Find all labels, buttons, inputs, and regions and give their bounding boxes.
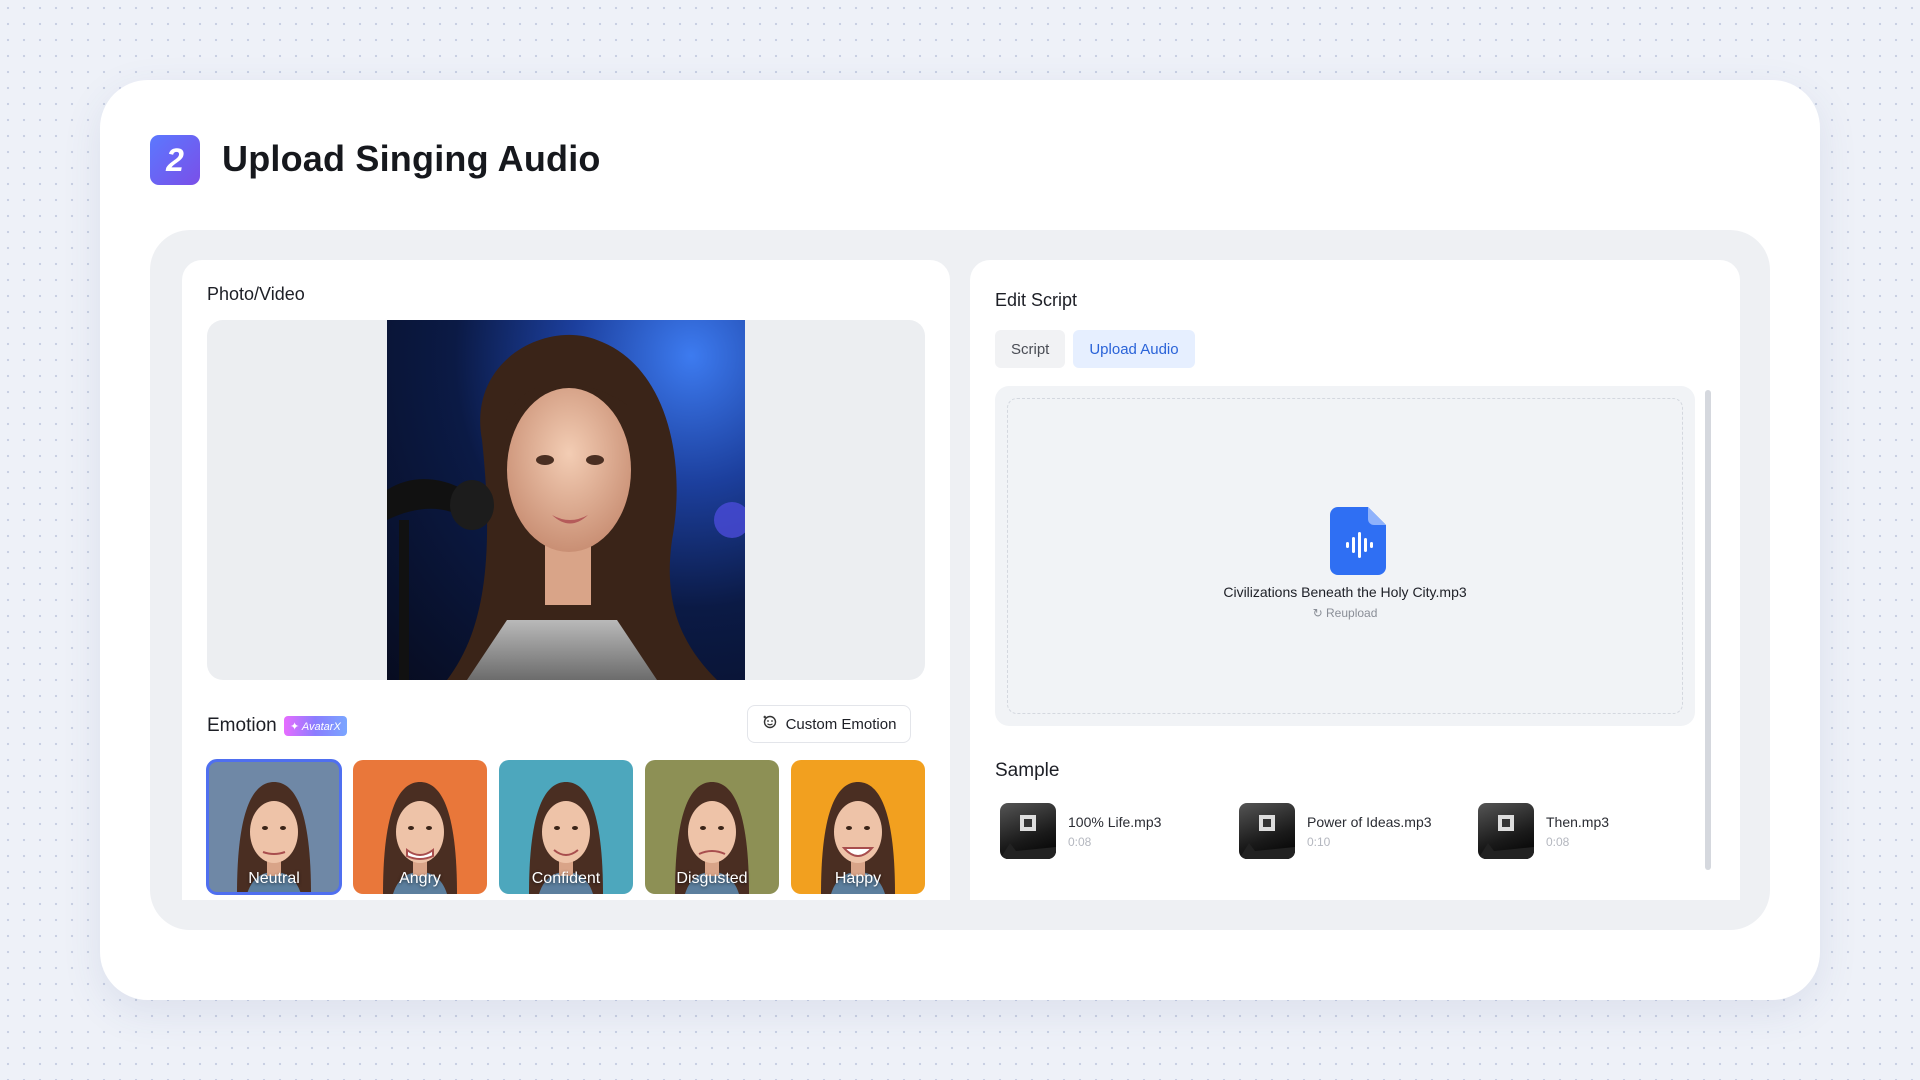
emotion-card-angry[interactable]: Angry bbox=[353, 760, 487, 894]
custom-emotion-icon bbox=[762, 714, 778, 734]
script-tabs: Script Upload Audio bbox=[995, 330, 1195, 368]
audio-upload-dropzone[interactable]: Civilizations Beneath the Holy City.mp3 … bbox=[995, 386, 1695, 726]
uploaded-file-name: Civilizations Beneath the Holy City.mp3 bbox=[1223, 584, 1467, 600]
dropzone-border: Civilizations Beneath the Holy City.mp3 … bbox=[1007, 398, 1683, 714]
sample-cover-image bbox=[1478, 815, 1534, 859]
sample-title: 100% Life.mp3 bbox=[1068, 813, 1162, 830]
refresh-icon: ↻ bbox=[1312, 606, 1323, 620]
sample-title: Power of Ideas.mp3 bbox=[1307, 813, 1432, 830]
emotion-card-neutral[interactable]: Neutral bbox=[206, 759, 342, 895]
portrait-illustration bbox=[387, 334, 745, 680]
photo-video-panel: Photo/Video Emotion ✦ AvatarX Custom Emo… bbox=[182, 260, 950, 900]
emotion-name: Confident bbox=[531, 870, 601, 887]
sample-duration: 0:08 bbox=[1546, 834, 1570, 849]
scrollbar[interactable] bbox=[1705, 390, 1711, 870]
sample-cover-image bbox=[1000, 815, 1056, 859]
singer-portrait-image bbox=[387, 320, 745, 680]
sample-thumbnail bbox=[1478, 803, 1534, 859]
emotion-name: Disgusted bbox=[676, 870, 748, 887]
media-preview[interactable] bbox=[207, 320, 925, 680]
emotion-name: Neutral bbox=[248, 870, 300, 887]
emotion-list: Neutral Angry Confident Disgusted Happy bbox=[206, 759, 925, 895]
sample-list: 100% Life.mp3 0:08 Power of Ideas.mp3 0:… bbox=[1000, 803, 1717, 859]
edit-script-heading: Edit Script bbox=[995, 290, 1078, 310]
tab-upload-audio[interactable]: Upload Audio bbox=[1073, 330, 1195, 368]
photo-video-heading: Photo/Video bbox=[207, 284, 305, 304]
emotion-card-disgusted[interactable]: Disgusted bbox=[645, 760, 779, 894]
emotion-name: Happy bbox=[834, 870, 882, 887]
emotion-card-happy[interactable]: Happy bbox=[791, 760, 925, 894]
sample-title: Then.mp3 bbox=[1546, 813, 1610, 830]
sample-cover-image bbox=[1239, 815, 1295, 859]
avatarx-badge: ✦ AvatarX bbox=[284, 716, 347, 736]
audio-file-icon bbox=[1330, 507, 1386, 575]
sample-thumbnail bbox=[1239, 803, 1295, 859]
custom-emotion-label: Custom Emotion bbox=[785, 715, 897, 733]
content-container: Photo/Video Emotion ✦ AvatarX Custom Emo… bbox=[150, 230, 1770, 930]
sample-thumbnail bbox=[1000, 803, 1056, 859]
sample-duration: 0:10 bbox=[1307, 834, 1331, 849]
tab-script[interactable]: Script bbox=[995, 330, 1066, 368]
upload-singing-audio-card: 2 Upload Singing Audio Photo/Video Emoti… bbox=[100, 80, 1820, 1000]
edit-script-panel: Edit Script Script Upload Audio Civiliza… bbox=[970, 260, 1740, 900]
sample-duration: 0:08 bbox=[1068, 834, 1092, 849]
custom-emotion-button[interactable]: Custom Emotion bbox=[747, 705, 911, 743]
emotion-name: Angry bbox=[399, 870, 441, 887]
reupload-link[interactable]: ↻ Reupload bbox=[1008, 606, 1682, 620]
page-title: Upload Singing Audio bbox=[222, 138, 601, 179]
sample-label: Sample bbox=[995, 760, 1060, 781]
sample-item[interactable]: 100% Life.mp3 0:08 bbox=[1000, 803, 1239, 859]
emotion-card-confident[interactable]: Confident bbox=[499, 760, 633, 894]
emotion-label: Emotion bbox=[207, 715, 277, 736]
sample-item[interactable]: Power of Ideas.mp3 0:10 bbox=[1239, 803, 1478, 859]
reupload-label: Reupload bbox=[1326, 606, 1378, 620]
sample-item[interactable]: Then.mp3 0:08 bbox=[1478, 803, 1717, 859]
step-number-badge: 2 bbox=[150, 135, 200, 185]
